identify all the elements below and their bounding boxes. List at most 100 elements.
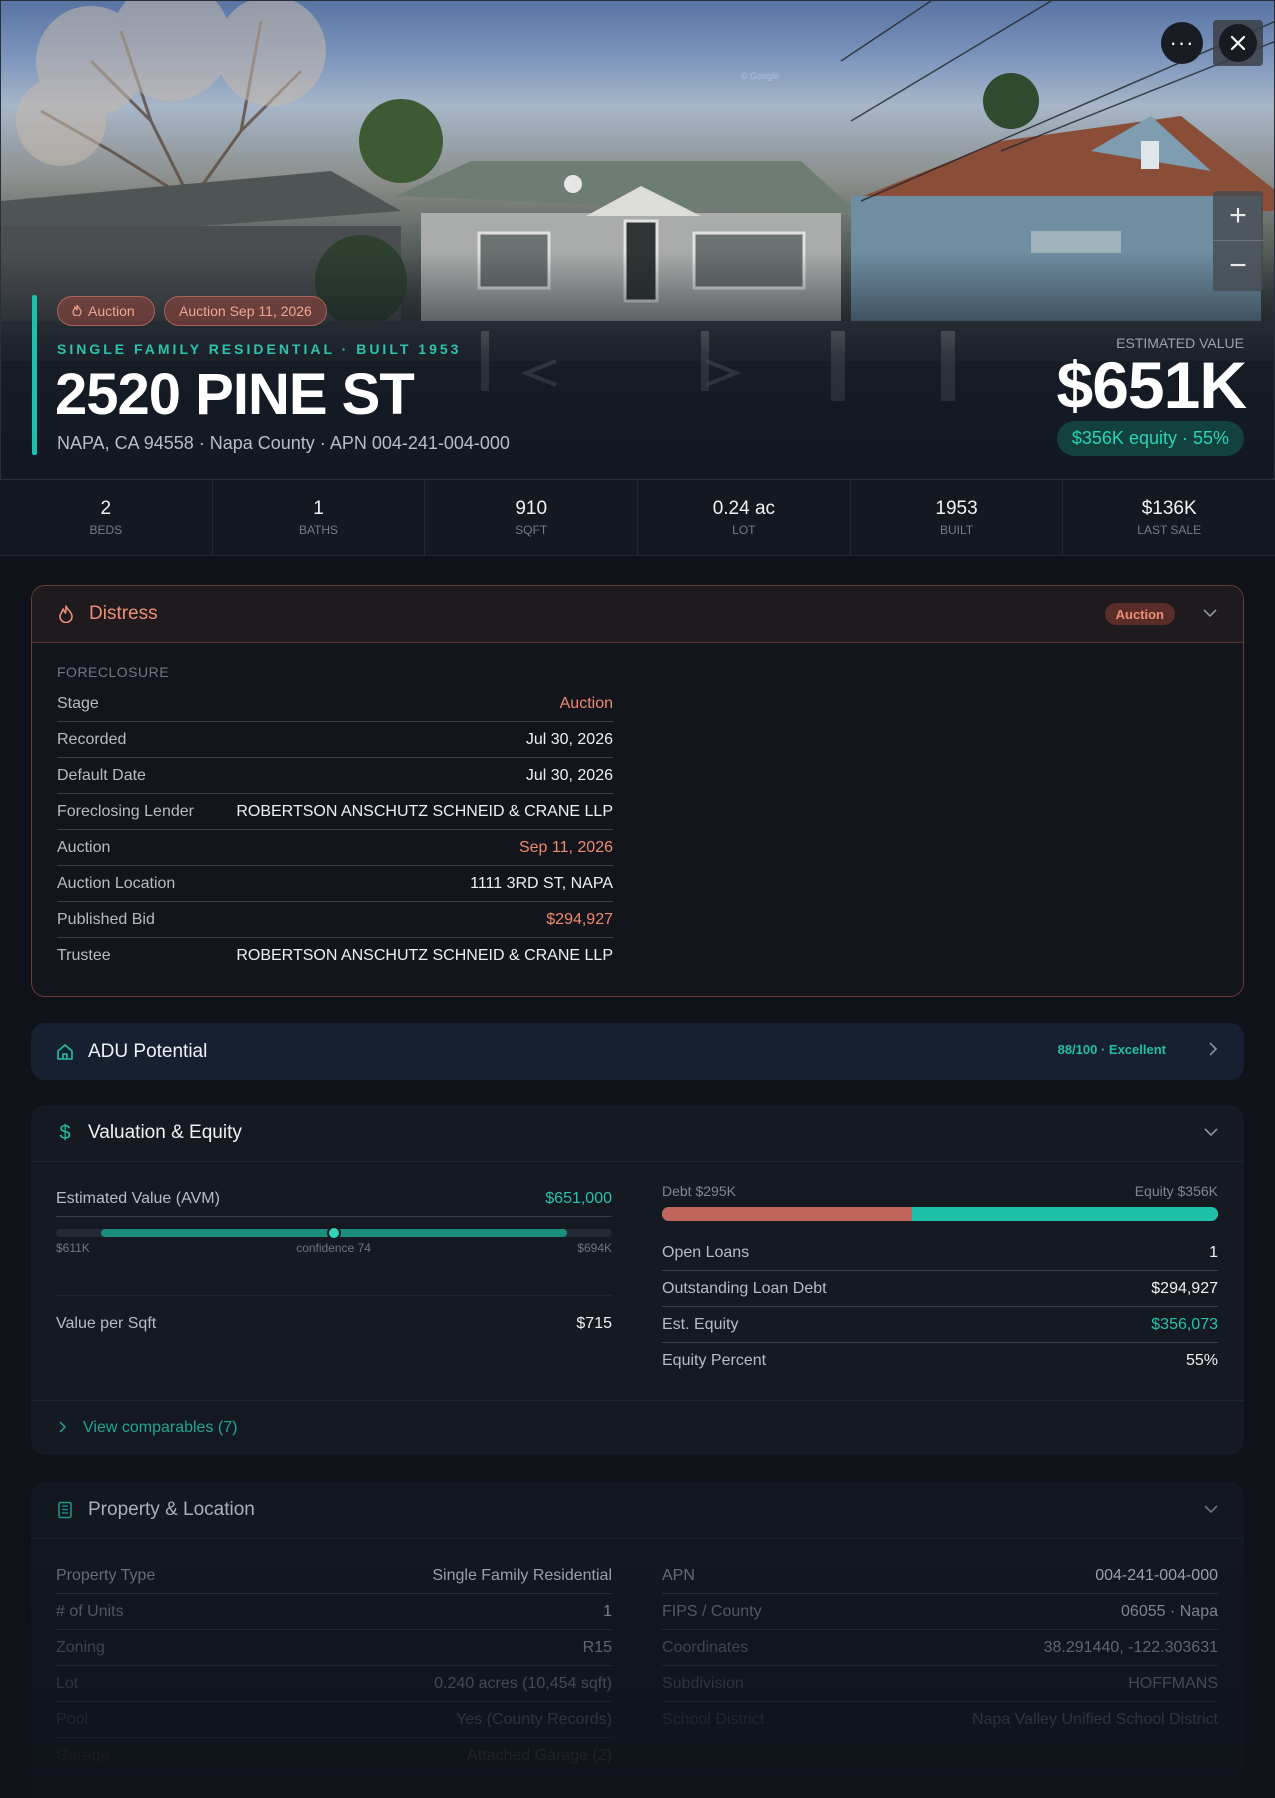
distress-row-published-bid: Published Bid $294,927 <box>57 902 613 938</box>
row-key: Pool <box>56 1710 89 1728</box>
equity-segment <box>912 1207 1218 1221</box>
property-row-subdivision: Subdivision HOFFMANS <box>662 1666 1218 1702</box>
row-key: Coordinates <box>662 1638 749 1656</box>
row-key: FIPS / County <box>662 1602 762 1620</box>
row-value: Yes (County Records) <box>456 1710 612 1728</box>
row-value: 55% <box>1185 1352 1218 1369</box>
row-value: Single Family Residential <box>432 1566 612 1584</box>
view-comparables-label: View comparables (7) <box>83 1419 238 1436</box>
row-value: $356,073 <box>1151 1315 1218 1333</box>
valuation-header[interactable]: $ Valuation & Equity <box>31 1105 1244 1162</box>
debt-equity-bar <box>662 1207 1218 1221</box>
view-comparables-link[interactable]: View comparables (7) <box>31 1400 1244 1455</box>
avm-confidence: confidence 74 <box>296 1241 371 1255</box>
row-key: # of Units <box>56 1602 124 1620</box>
foreclosure-section-label: FORECLOSURE <box>57 664 170 680</box>
distress-row-lender: Foreclosing Lender ROBERTSON ANSCHUTZ SCH… <box>57 794 613 830</box>
equity-label: Equity $356K <box>1134 1183 1218 1199</box>
row-key: APN <box>662 1566 695 1584</box>
stat-label: SQFT <box>515 523 548 537</box>
debt-label: Debt $295K <box>662 1183 736 1199</box>
auction-badge-label: Auction <box>88 303 135 319</box>
property-row-type: Property Type Single Family Residential <box>56 1558 612 1594</box>
auction-badge: Auction <box>57 296 155 326</box>
loan-debt-row: Outstanding Loan Debt $294,927 <box>662 1271 1218 1307</box>
row-key: Recorded <box>57 730 127 748</box>
zoom-out-button[interactable]: − <box>1213 241 1263 291</box>
zoom-in-button[interactable]: + <box>1213 191 1263 241</box>
row-key: Open Loans <box>662 1243 750 1261</box>
stat-baths: 1 BATHS <box>213 480 426 555</box>
property-row-school: School District Napa Valley Unified Schoo… <box>662 1702 1218 1738</box>
distress-row-stage: Stage Auction <box>57 686 613 722</box>
more-options-button[interactable]: ··· <box>1161 22 1203 64</box>
adu-header[interactable]: ADU Potential 88/100 · Excellent <box>31 1023 1244 1080</box>
row-value: ROBERTSON ANSCHUTZ SCHNEID & CRANE LLP <box>236 802 613 820</box>
property-detail-panel: © Google ··· + − Auction Auction Sep 11,… <box>0 0 1275 1798</box>
home-icon <box>56 1043 74 1061</box>
dollar-icon: $ <box>59 1121 71 1144</box>
row-value: 004-241-004-000 <box>1095 1566 1218 1584</box>
estimated-value: $651K <box>1056 348 1247 422</box>
property-row-garage: Garage Attached Garage (2) <box>56 1738 612 1774</box>
stat-value: 2 <box>100 498 112 519</box>
close-button[interactable] <box>1213 20 1263 66</box>
row-key: Published Bid <box>57 910 155 928</box>
equity-pill: $356K equity · 55% <box>1056 421 1244 456</box>
chevron-down-icon[interactable] <box>1203 605 1217 621</box>
row-key: Garage <box>56 1747 110 1764</box>
row-key: Stage <box>57 694 99 712</box>
zoom-control: + − <box>1213 191 1263 291</box>
distress-row-recorded: Recorded Jul 30, 2026 <box>57 722 613 758</box>
row-value: $715 <box>576 1314 612 1332</box>
stat-label: LOT <box>732 523 756 537</box>
chevron-down-icon[interactable] <box>1204 1124 1218 1140</box>
distress-header[interactable]: Distress Auction <box>32 586 1243 643</box>
chevron-down-icon[interactable] <box>1204 1501 1218 1517</box>
flame-icon <box>57 605 75 623</box>
open-loans-row: Open Loans 1 <box>662 1235 1218 1271</box>
property-row-fips: FIPS / County 06055 · Napa <box>662 1594 1218 1630</box>
distress-title: Distress <box>89 603 158 624</box>
stat-value: 1 <box>313 498 324 519</box>
row-value: 1 <box>603 1602 612 1620</box>
property-header[interactable]: Property & Location <box>31 1482 1244 1539</box>
avm-range-bar <box>56 1226 612 1240</box>
row-key: Default Date <box>57 766 146 784</box>
auction-date-label: Auction Sep 11, 2026 <box>179 303 312 319</box>
property-address: 2520 PINE ST <box>55 362 415 427</box>
row-value: 38.291440, -122.303631 <box>1043 1638 1218 1656</box>
property-row-pool: Pool Yes (County Records) <box>56 1702 612 1738</box>
row-key: Value per Sqft <box>56 1314 157 1332</box>
property-stats-bar: 2 BEDS 1 BATHS 910 SQFT 0.24 ac LOT 1953 BUIL… <box>0 480 1275 556</box>
chevron-right-icon[interactable] <box>1208 1042 1218 1059</box>
row-key: Estimated Value (AVM) <box>56 1189 220 1207</box>
distress-row-auction: Auction Sep 11, 2026 <box>57 830 613 866</box>
row-value: $294,927 <box>1151 1279 1218 1297</box>
row-value: $651,000 <box>545 1189 612 1207</box>
avm-scale: $611K confidence 74 $694K <box>56 1241 612 1255</box>
building-icon <box>56 1501 74 1519</box>
more-icon: ··· <box>1169 30 1195 55</box>
adu-potential-card[interactable]: ADU Potential 88/100 · Excellent <box>31 1023 1244 1080</box>
valuation-equity-card: $ Valuation & Equity Estimated Value (AV… <box>31 1105 1244 1455</box>
distress-row-default-date: Default Date Jul 30, 2026 <box>57 758 613 794</box>
flame-icon <box>72 304 82 319</box>
hero-accent-bar <box>32 295 37 455</box>
avm-estimate-marker <box>327 1226 341 1240</box>
adu-score: 88/100 · Excellent <box>1057 1042 1166 1057</box>
avm-high: $694K <box>577 1241 612 1255</box>
row-value: 1 <box>1209 1243 1218 1261</box>
stat-lot: 0.24 ac LOT <box>638 480 851 555</box>
stat-beds: 2 BEDS <box>0 480 213 555</box>
avm-low: $611K <box>56 1241 90 1255</box>
property-title: Property & Location <box>88 1499 255 1520</box>
street-view-hero[interactable]: © Google ··· + − Auction Auction Sep 11,… <box>0 0 1275 480</box>
stat-value: 1953 <box>935 498 978 519</box>
est-equity-row: Est. Equity $356,073 <box>662 1307 1218 1343</box>
stat-value: 910 <box>515 498 548 519</box>
value-per-sqft-row: Value per Sqft $715 <box>56 1295 612 1351</box>
stat-built: 1953 BUILT <box>851 480 1064 555</box>
property-row-apn: APN 004-241-004-000 <box>662 1558 1218 1594</box>
debt-segment <box>662 1207 913 1221</box>
